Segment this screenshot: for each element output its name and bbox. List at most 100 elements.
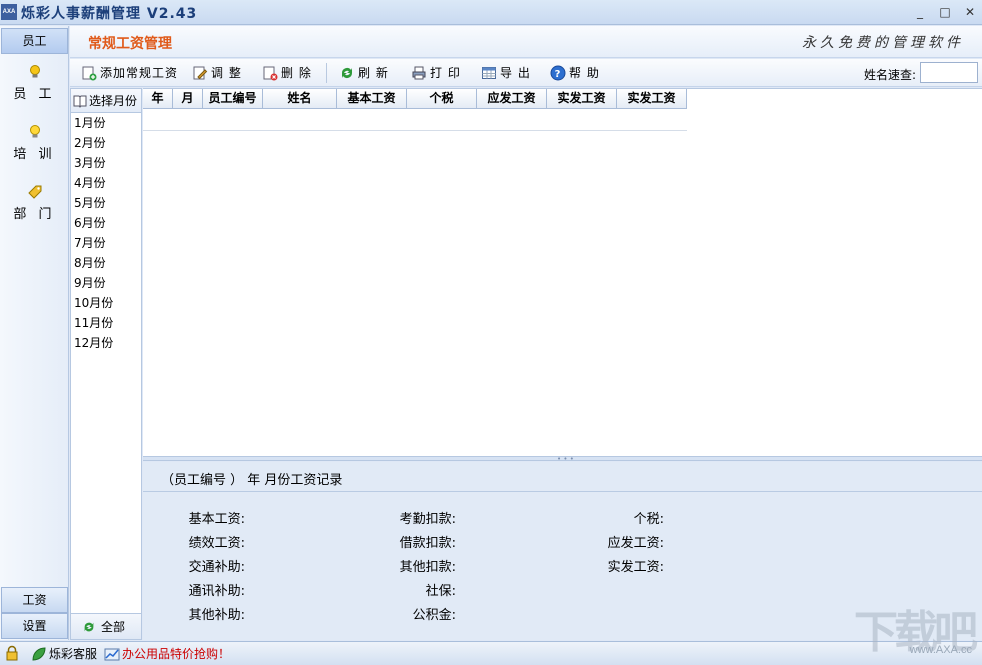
add-salary-label: 添加常规工资 [100, 66, 179, 80]
detail-divider [143, 491, 982, 492]
module-title: 常规工资管理 [88, 36, 172, 52]
delete-button[interactable]: 删 除 [261, 63, 312, 83]
window-title: 烁彩人事薪酬管理 V2.43 [21, 6, 198, 22]
nav-group-salary[interactable]: 工资 [1, 587, 68, 613]
customer-service-label: 烁彩客服 [49, 647, 98, 661]
month-item[interactable]: 5月份 [71, 193, 141, 213]
nav-item-label: 培 训 [13, 147, 56, 162]
field-loan-deduction: 借款扣款: [399, 536, 456, 551]
month-item[interactable]: 9月份 [71, 273, 141, 293]
panel-splitter[interactable]: • • • [143, 455, 982, 463]
refresh-button[interactable]: 刷 新 [338, 63, 389, 83]
month-item[interactable]: 12月份 [71, 333, 141, 353]
promo-link[interactable]: 办公用品特价抢购！ [104, 646, 230, 662]
app-logo: AXA [1, 4, 17, 20]
field-gross-salary: 应发工资: [607, 536, 664, 551]
toolbar-separator [326, 63, 327, 83]
column-header-year[interactable]: 年 [143, 89, 173, 109]
toolbar: 添加常规工资 调 整 删 除 刷 新 打 印 导 出 ? 帮 助 姓名速查: [70, 59, 982, 87]
nav-item-label: 部 门 [13, 207, 56, 222]
left-nav: 员工 员 工 培 训 部 门 工资 设置 [0, 26, 69, 640]
all-months-label: 全部 [100, 620, 125, 634]
field-attendance-deduction: 考勤扣款: [399, 512, 456, 527]
name-search-label: 姓名速查: [863, 68, 916, 82]
field-net-salary: 实发工资: [607, 560, 664, 575]
nav-item-training[interactable]: 培 训 [0, 124, 69, 162]
month-panel: 选择月份 1月份 2月份 3月份 4月份 5月份 6月份 7月份 8月份 9月份… [70, 88, 142, 640]
field-tax: 个税: [633, 512, 664, 527]
month-item[interactable]: 11月份 [71, 313, 141, 333]
month-item[interactable]: 7月份 [71, 233, 141, 253]
refresh-icon [342, 68, 352, 78]
month-panel-header: 选择月份 [71, 89, 141, 113]
restore-button[interactable]: □ [935, 3, 955, 21]
tag-icon [27, 185, 41, 199]
column-header-net-salary-2[interactable]: 实发工资 [617, 89, 687, 109]
month-item[interactable]: 8月份 [71, 253, 141, 273]
add-document-icon [82, 66, 97, 81]
chart-trend-icon [104, 648, 120, 661]
title-bar: AXA 烁彩人事薪酬管理 V2.43 _ □ ✕ [0, 0, 982, 25]
field-other-allowance: 其他补助: [188, 608, 245, 623]
name-search-input[interactable] [920, 62, 978, 83]
month-item[interactable]: 1月份 [71, 113, 141, 133]
splitter-grip-icon: • • • [557, 455, 574, 463]
field-other-deduction: 其他扣款: [399, 560, 456, 575]
svg-text:?: ? [555, 69, 562, 80]
slogan: 永久免费的管理软件 [802, 35, 964, 51]
column-header-base-salary[interactable]: 基本工资 [337, 89, 407, 109]
bulb-icon [29, 125, 40, 138]
nav-group-settings[interactable]: 设置 [1, 613, 68, 639]
month-item[interactable]: 2月份 [71, 133, 141, 153]
printer-icon [412, 66, 426, 80]
field-communication-allowance: 通讯补助: [188, 584, 245, 599]
lock-icon [6, 645, 18, 661]
nav-item-employee[interactable]: 员 工 [0, 64, 69, 102]
edit-icon [193, 66, 208, 80]
export-label: 导 出 [500, 66, 531, 80]
column-header-name[interactable]: 姓名 [263, 89, 337, 109]
customer-service-link[interactable]: 烁彩客服 [31, 646, 97, 662]
field-transport-allowance: 交通补助: [188, 560, 245, 575]
nav-item-department[interactable]: 部 门 [0, 184, 69, 222]
nav-item-label: 员 工 [13, 87, 56, 102]
help-label: 帮 助 [569, 66, 600, 80]
salary-detail-panel: （员工编号 ） 年 月份工资记录 基本工资: 考勤扣款: 个税: 绩效工资: 借… [143, 462, 982, 640]
column-header-employee-id[interactable]: 员工编号 [203, 89, 263, 109]
column-header-tax[interactable]: 个税 [407, 89, 477, 109]
field-housing-fund: 公积金: [412, 608, 456, 623]
close-button[interactable]: ✕ [960, 3, 980, 21]
field-performance-salary: 绩效工资: [188, 536, 245, 551]
help-icon: ? [550, 65, 566, 81]
detail-title: （员工编号 ） 年 月份工资记录 [161, 473, 343, 488]
module-header: 常规工资管理 永久免费的管理软件 [70, 26, 982, 58]
column-header-net-salary[interactable]: 实发工资 [547, 89, 617, 109]
column-header-gross-salary[interactable]: 应发工资 [477, 89, 547, 109]
export-button[interactable]: 导 出 [480, 63, 531, 83]
month-item[interactable]: 4月份 [71, 173, 141, 193]
help-button[interactable]: ? 帮 助 [549, 63, 600, 83]
print-button[interactable]: 打 印 [410, 63, 461, 83]
promo-label: 办公用品特价抢购！ [122, 647, 231, 661]
month-item[interactable]: 6月份 [71, 213, 141, 233]
all-months-button[interactable]: 全部 [71, 613, 141, 639]
book-icon [73, 95, 87, 108]
adjust-label: 调 整 [211, 66, 242, 80]
add-salary-button[interactable]: 添加常规工资 [80, 63, 178, 83]
print-label: 打 印 [430, 66, 461, 80]
person-bulb-icon [29, 65, 40, 78]
month-item[interactable]: 10月份 [71, 293, 141, 313]
month-panel-title: 选择月份 [89, 94, 138, 108]
refresh-icon [84, 622, 94, 632]
column-header-month[interactable]: 月 [173, 89, 203, 109]
refresh-label: 刷 新 [358, 66, 389, 80]
delete-icon [263, 66, 278, 81]
status-bar: 烁彩客服 办公用品特价抢购！ [0, 641, 982, 665]
nav-group-employee[interactable]: 员工 [1, 28, 68, 54]
minimize-button[interactable]: _ [910, 3, 930, 21]
adjust-button[interactable]: 调 整 [191, 63, 242, 83]
grid-header: 年 月 员工编号 姓名 基本工资 个税 应发工资 实发工资 实发工资 [143, 89, 687, 109]
month-item[interactable]: 3月份 [71, 153, 141, 173]
export-icon [482, 67, 496, 79]
delete-label: 删 除 [281, 66, 312, 80]
